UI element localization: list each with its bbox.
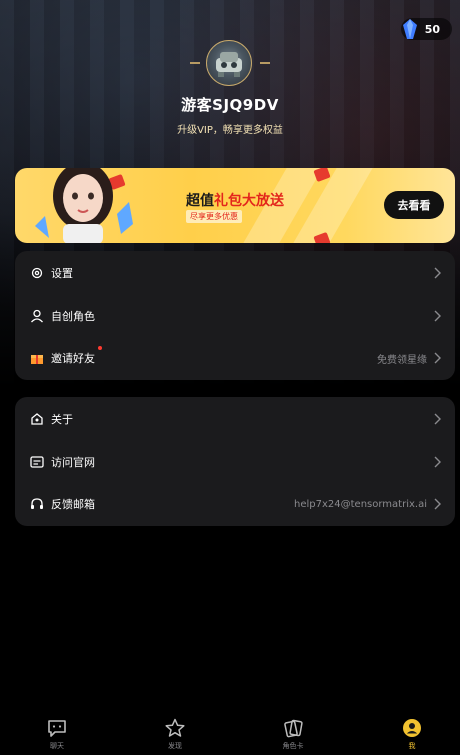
tab-chat[interactable]: 聊天 — [27, 718, 87, 751]
chevron-right-icon — [434, 413, 441, 425]
menu-item-label: 关于 — [51, 413, 73, 426]
avatar-wing-right — [260, 60, 270, 66]
menu-item-label: 自创角色 — [51, 310, 95, 323]
tab-label: 聊天 — [50, 742, 64, 750]
feedback-email-address[interactable]: help7x24@tensormatrix.ai — [294, 499, 427, 510]
bottom-tab-bar: 聊天 发现 角色卡 我 — [0, 710, 460, 755]
gear-icon — [31, 267, 43, 279]
red-envelope-icon — [313, 168, 331, 183]
banner-subtitle: 尽享更多优惠 — [186, 210, 242, 223]
menu-item-label: 访问官网 — [51, 456, 95, 469]
menu-group-primary: 设置 自创角色 邀请好友 免费领星缘 — [15, 251, 455, 380]
cards-icon — [284, 719, 303, 738]
headset-icon — [31, 498, 43, 509]
tab-label: 发现 — [168, 742, 182, 750]
banner-go-button[interactable]: 去看看 — [384, 191, 444, 219]
menu-item-feedback-email[interactable]: 反馈邮箱 help7x24@tensormatrix.ai — [15, 484, 455, 524]
notification-dot — [98, 346, 102, 350]
browser-icon — [30, 456, 44, 468]
chat-icon — [48, 720, 66, 737]
avatar-wing-left — [190, 60, 200, 66]
chevron-right-icon — [434, 456, 441, 468]
info-icon — [31, 413, 43, 425]
chevron-right-icon — [434, 498, 441, 510]
tab-discover[interactable]: 发现 — [145, 718, 205, 751]
avatar[interactable] — [206, 40, 252, 86]
tab-label: 角色卡 — [282, 742, 304, 750]
vip-upgrade-tip[interactable]: 升级VIP，畅享更多权益 — [0, 121, 460, 136]
username: 游客SJQ9DV — [181, 96, 279, 114]
menu-item-official-site[interactable]: 访问官网 — [15, 442, 455, 482]
gem-balance[interactable]: 50 — [400, 18, 452, 40]
promo-banner[interactable]: 超值礼包大放送 尽享更多优惠 去看看 — [15, 168, 455, 243]
star-icon — [165, 718, 185, 737]
robot-avatar-icon — [216, 52, 242, 77]
menu-item-label: 反馈邮箱 — [51, 498, 95, 511]
avatar-frame[interactable] — [206, 40, 254, 88]
banner-girl-illustration — [35, 168, 133, 243]
menu-item-about[interactable]: 关于 — [15, 399, 455, 439]
tab-me[interactable]: 我 — [382, 718, 442, 751]
menu-item-invite-friends[interactable]: 邀请好友 免费领星缘 — [15, 338, 455, 378]
menu-group-secondary: 关于 访问官网 反馈邮箱 help7x24@tensormatrix.ai — [15, 397, 455, 526]
tab-label: 我 — [408, 742, 416, 750]
menu-item-label: 设置 — [51, 267, 73, 280]
chevron-right-icon — [434, 310, 441, 322]
menu-item-create-character[interactable]: 自创角色 — [15, 296, 455, 336]
profile-icon — [403, 719, 421, 737]
tab-character-cards[interactable]: 角色卡 — [263, 718, 323, 751]
chevron-right-icon — [434, 267, 441, 279]
invite-reward-text: 免费领星缘 — [377, 354, 427, 366]
blue-crystal-icon — [402, 19, 417, 39]
banner-title: 超值礼包大放送 — [186, 193, 284, 209]
user-icon — [31, 309, 43, 323]
gift-icon — [31, 355, 43, 364]
menu-item-settings[interactable]: 设置 — [15, 253, 455, 293]
menu-item-label: 邀请好友 — [51, 352, 95, 365]
gem-count: 50 — [424, 22, 440, 36]
chevron-right-icon — [434, 352, 441, 364]
profile-section: 游客SJQ9DV 升级VIP，畅享更多权益 — [0, 40, 460, 136]
